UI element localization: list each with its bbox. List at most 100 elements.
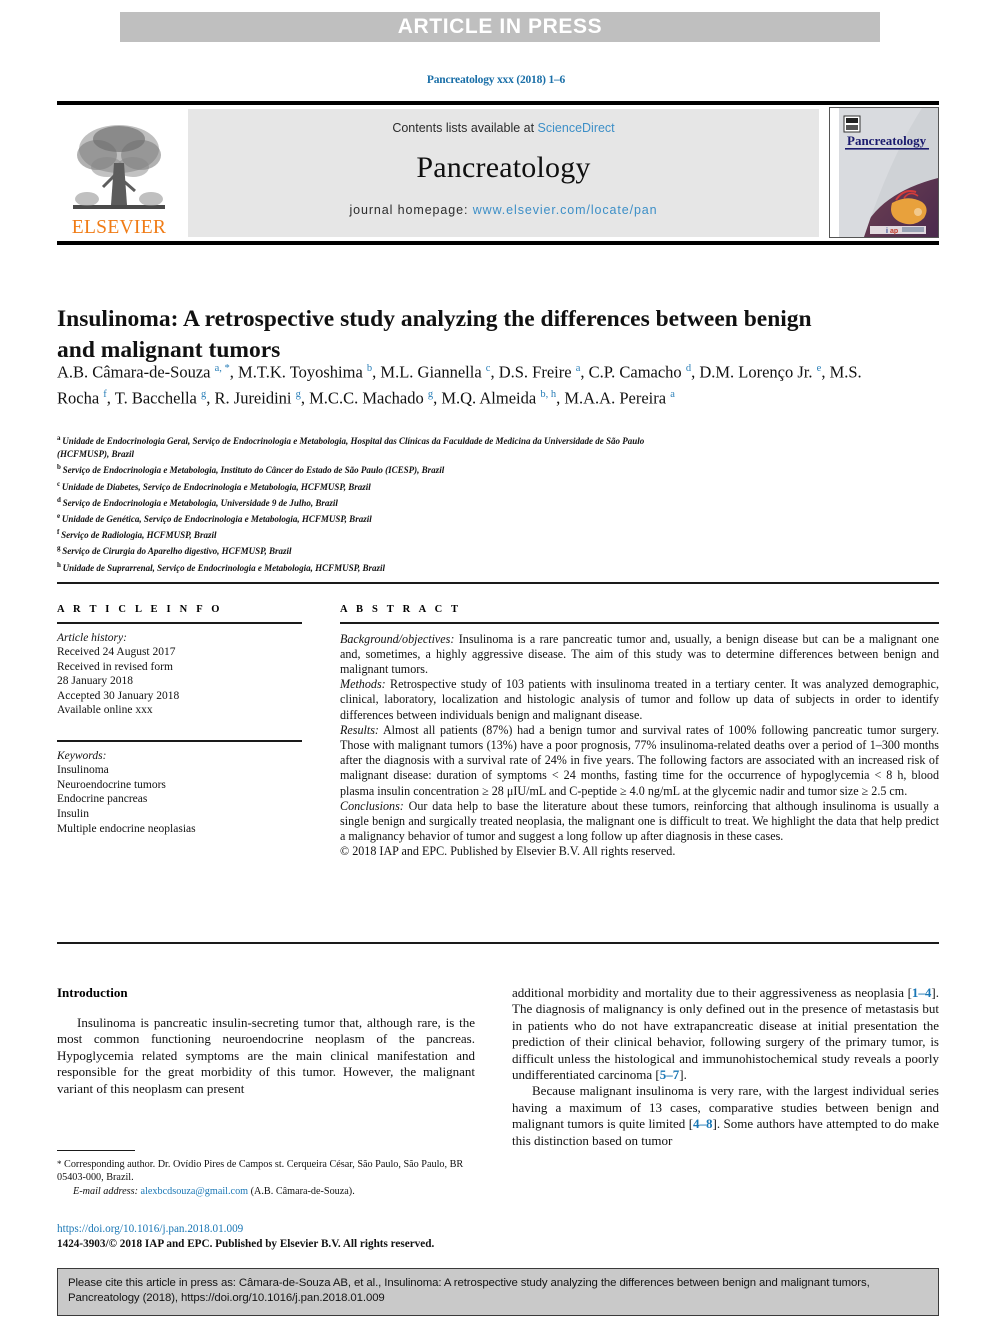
abstract-column: A B S T R A C T Background/objectives: I… (340, 604, 939, 860)
keyword-items: Insulinoma Neuroendocrine tumors Endocrine… (57, 763, 302, 836)
article-info-rule (57, 622, 302, 624)
abstract-section: Methods: Retrospective study of 103 pati… (340, 677, 939, 723)
doi-block: https://doi.org/10.1016/j.pan.2018.01.00… (57, 1222, 577, 1252)
citation-reference-link[interactable]: 4–8 (693, 1116, 713, 1131)
affiliation-item: g Serviço de Cirurgia do Aparelho digest… (57, 542, 887, 558)
article-history-block: Article history: Received 24 August 2017… (57, 631, 302, 719)
keywords-block: Keywords: Insulinoma Neuroendocrine tumor… (57, 749, 302, 837)
author-name: R. Jureidini (214, 388, 296, 408)
author-separator: , (580, 362, 589, 382)
journal-homepage-link[interactable]: www.elsevier.com/locate/pan (473, 203, 658, 217)
corresponding-author-text: Corresponding author. Dr. Ovídio Pires d… (57, 1159, 464, 1184)
abstract-rule (340, 622, 939, 624)
affiliation-item: e Unidade de Genética, Serviço de Endocr… (57, 510, 887, 526)
corresponding-author-footnote: * Corresponding author. Dr. Ovídio Pires… (57, 1150, 475, 1198)
svg-text:ap: ap (890, 228, 898, 235)
footnote-rule (57, 1150, 135, 1151)
body-text-run: ]. (679, 1067, 687, 1083)
body-column-right: additional morbidity and mortality due t… (512, 985, 939, 1149)
article-history-items: Received 24 August 2017 Received in revis… (57, 645, 302, 718)
author-name: M.C.C. Machado (309, 388, 428, 408)
author-separator: , (821, 362, 830, 382)
elsevier-tree-icon (73, 124, 165, 209)
author-separator: , (229, 362, 239, 382)
author-name: M.Q. Almeida (441, 388, 541, 408)
keywords-rule (57, 740, 302, 742)
author-name: M.A.A. Pereira (564, 388, 671, 408)
author-name: M.L. Giannella (380, 362, 486, 382)
journal-title: Pancreatology (416, 151, 591, 184)
affiliation-item: f Serviço de Radiologia, HCFMUSP, Brazil (57, 526, 887, 542)
abstract-section-label: Methods: (340, 677, 386, 692)
abstract-section-label: Results: (340, 722, 379, 737)
author-name: A.B. Câmara-de-Souza (57, 362, 215, 382)
affiliation-item: h Unidade de Suprarrenal, Serviço de End… (57, 559, 887, 575)
body-column-left: Introduction Insulinoma is pancreatic in… (57, 985, 475, 1097)
author-name: T. Bacchella (114, 388, 202, 408)
author-name: C.P. Camacho (588, 362, 686, 382)
keyword-item: Endocrine pancreas (57, 793, 148, 806)
svg-text:i: i (886, 228, 888, 235)
citation-footer-text: Please cite this article in press as: Câ… (68, 1277, 870, 1304)
affiliation-item: b Serviço de Endocrinologia e Metabologi… (57, 461, 887, 477)
article-in-press-banner: ARTICLE IN PRESS (120, 12, 880, 42)
affiliation-text: Unidade de Genética, Serviço de Endocrin… (61, 514, 372, 525)
abstract-section-text: Almost all patients (87%) had a benign t… (340, 722, 939, 798)
citation-reference-link[interactable]: 1–4 (912, 985, 932, 1000)
affiliation-item: d Serviço de Endocrinologia e Metabologi… (57, 494, 887, 510)
affiliation-text: (HCFMUSP), Brazil (57, 449, 135, 460)
keyword-item: Insulinoma (57, 764, 109, 777)
article-history-item: 28 January 2018 (57, 675, 134, 688)
keywords-label: Keywords: (57, 749, 107, 762)
article-history-label: Article history: (57, 631, 127, 644)
article-in-press-label: ARTICLE IN PRESS (397, 15, 603, 38)
abstract-heading: A B S T R A C T (340, 604, 462, 615)
author-affiliation-marker: a, * (214, 363, 230, 374)
doi-link[interactable]: https://doi.org/10.1016/j.pan.2018.01.00… (57, 1222, 577, 1237)
citation-reference-link[interactable]: 5–7 (660, 1067, 680, 1082)
email-link[interactable]: alexbcdsouza@gmail.com (141, 1186, 249, 1197)
author-separator: , (206, 388, 215, 408)
journal-reference-line: Pancreatology xxx (2018) 1–6 (426, 74, 566, 86)
abstract-section-label: Background/objectives: (340, 631, 455, 646)
abstract-section: Conclusions: Our data help to base the l… (340, 799, 939, 845)
author-name: D.S. Freire (498, 362, 576, 382)
article-history-item: Received 24 August 2017 (57, 646, 176, 659)
sciencedirect-link[interactable]: ScienceDirect (538, 121, 615, 135)
author-name: D.M. Lorenço Jr. (699, 362, 817, 382)
author-list: A.B. Câmara-de-Souza a, *, M.T.K. Toyosh… (57, 358, 887, 410)
affiliation-list: a Unidade de Endocrinologia Geral, Servi… (57, 432, 887, 575)
affiliation-item: a Unidade de Endocrinologia Geral, Servi… (57, 432, 887, 448)
citation-footer-box: Please cite this article in press as: Câ… (57, 1268, 939, 1316)
body-paragraph: Because malignant insulinoma is very rar… (512, 1083, 939, 1149)
masthead-top-rule (57, 101, 939, 105)
keyword-item: Insulin (57, 807, 89, 820)
abstract-section-label: Conclusions: (340, 798, 404, 813)
author-separator: , (300, 388, 310, 408)
author-separator: , (490, 362, 499, 382)
article-history-item: Received in revised form (57, 660, 173, 673)
author-separator: , (106, 388, 115, 408)
info-block-bottom-rule (57, 942, 939, 944)
introduction-heading: Introduction (57, 985, 128, 1000)
elsevier-wordmark: ELSEVIER (71, 216, 167, 238)
keyword-item: Neuroendocrine tumors (57, 778, 166, 791)
keyword-item: Multiple endocrine neoplasias (57, 822, 196, 835)
elsevier-logo: ELSEVIER (57, 109, 181, 237)
contents-lists-line: Contents lists available at ScienceDirec… (392, 121, 614, 135)
abstract-copyright: © 2018 IAP and EPC. Published by Elsevie… (340, 844, 676, 859)
abstract-section: Background/objectives: Insulinoma is a r… (340, 632, 939, 678)
email-line: E-mail address: alexbcdsouza@gmail.com (… (57, 1185, 475, 1198)
affiliation-text: Serviço de Cirurgia do Aparelho digestiv… (62, 546, 292, 557)
journal-masthead: ELSEVIER Contents lists available at Sci… (57, 101, 939, 245)
journal-homepage-prefix: journal homepage: (349, 203, 473, 217)
author-affiliation-marker: b, h (540, 389, 557, 400)
article-history-item: Available online xxx (57, 704, 153, 717)
journal-cover-icon: Pancreatology i ap (830, 108, 938, 237)
abstract-section-text: Our data help to base the literature abo… (340, 798, 939, 844)
email-label: E-mail address: (73, 1185, 138, 1197)
affiliation-text: Unidade de Suprarrenal, Serviço de Endoc… (62, 562, 386, 573)
article-info-column: A R T I C L E I N F O Article history: R… (57, 604, 302, 836)
author-affiliation-marker: a (670, 389, 675, 400)
article-history-item: Accepted 30 January 2018 (57, 689, 180, 702)
